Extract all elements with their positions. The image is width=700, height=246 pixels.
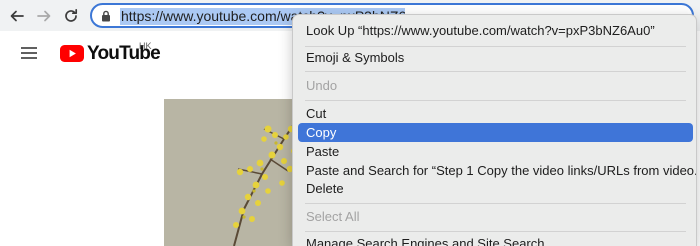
menu-separator [305, 100, 686, 101]
region-label: HK [139, 41, 152, 51]
menu-item-cut[interactable]: Cut [298, 104, 693, 123]
context-menu: Look Up “https://www.youtube.com/watch?v… [292, 14, 697, 246]
menu-item-undo: Undo [306, 78, 338, 93]
video-thumbnail[interactable] [164, 99, 304, 246]
back-button[interactable] [4, 3, 30, 29]
menu-item-paste[interactable]: Paste [298, 142, 693, 161]
menu-separator [305, 71, 686, 72]
menu-separator [305, 231, 686, 232]
menu-item-copy[interactable]: Copy [298, 123, 693, 142]
reload-button[interactable] [58, 3, 84, 29]
forward-button[interactable] [31, 3, 57, 29]
menu-item-select-all: Select All [306, 209, 360, 224]
lock-icon[interactable] [100, 10, 112, 22]
hamburger-icon[interactable] [21, 47, 37, 59]
menu-item-delete[interactable]: Delete [298, 179, 693, 198]
reload-icon [65, 8, 78, 22]
menu-separator [305, 46, 686, 47]
arrow-right-icon [37, 10, 51, 22]
arrow-left-icon [10, 10, 24, 22]
menu-item-paste-and-search[interactable]: Paste and Search for “Step 1 Copy the vi… [298, 161, 696, 180]
menu-item-look-up[interactable]: Look Up “https://www.youtube.com/watch?v… [298, 21, 693, 40]
menu-item-emoji-symbols[interactable]: Emoji & Symbols [298, 48, 693, 67]
menu-item-manage-search-engines[interactable]: Manage Search Engines and Site Search [298, 234, 693, 246]
youtube-logo-icon[interactable] [60, 45, 84, 62]
forsythia-branch-image [233, 108, 304, 246]
menu-separator [305, 203, 686, 204]
